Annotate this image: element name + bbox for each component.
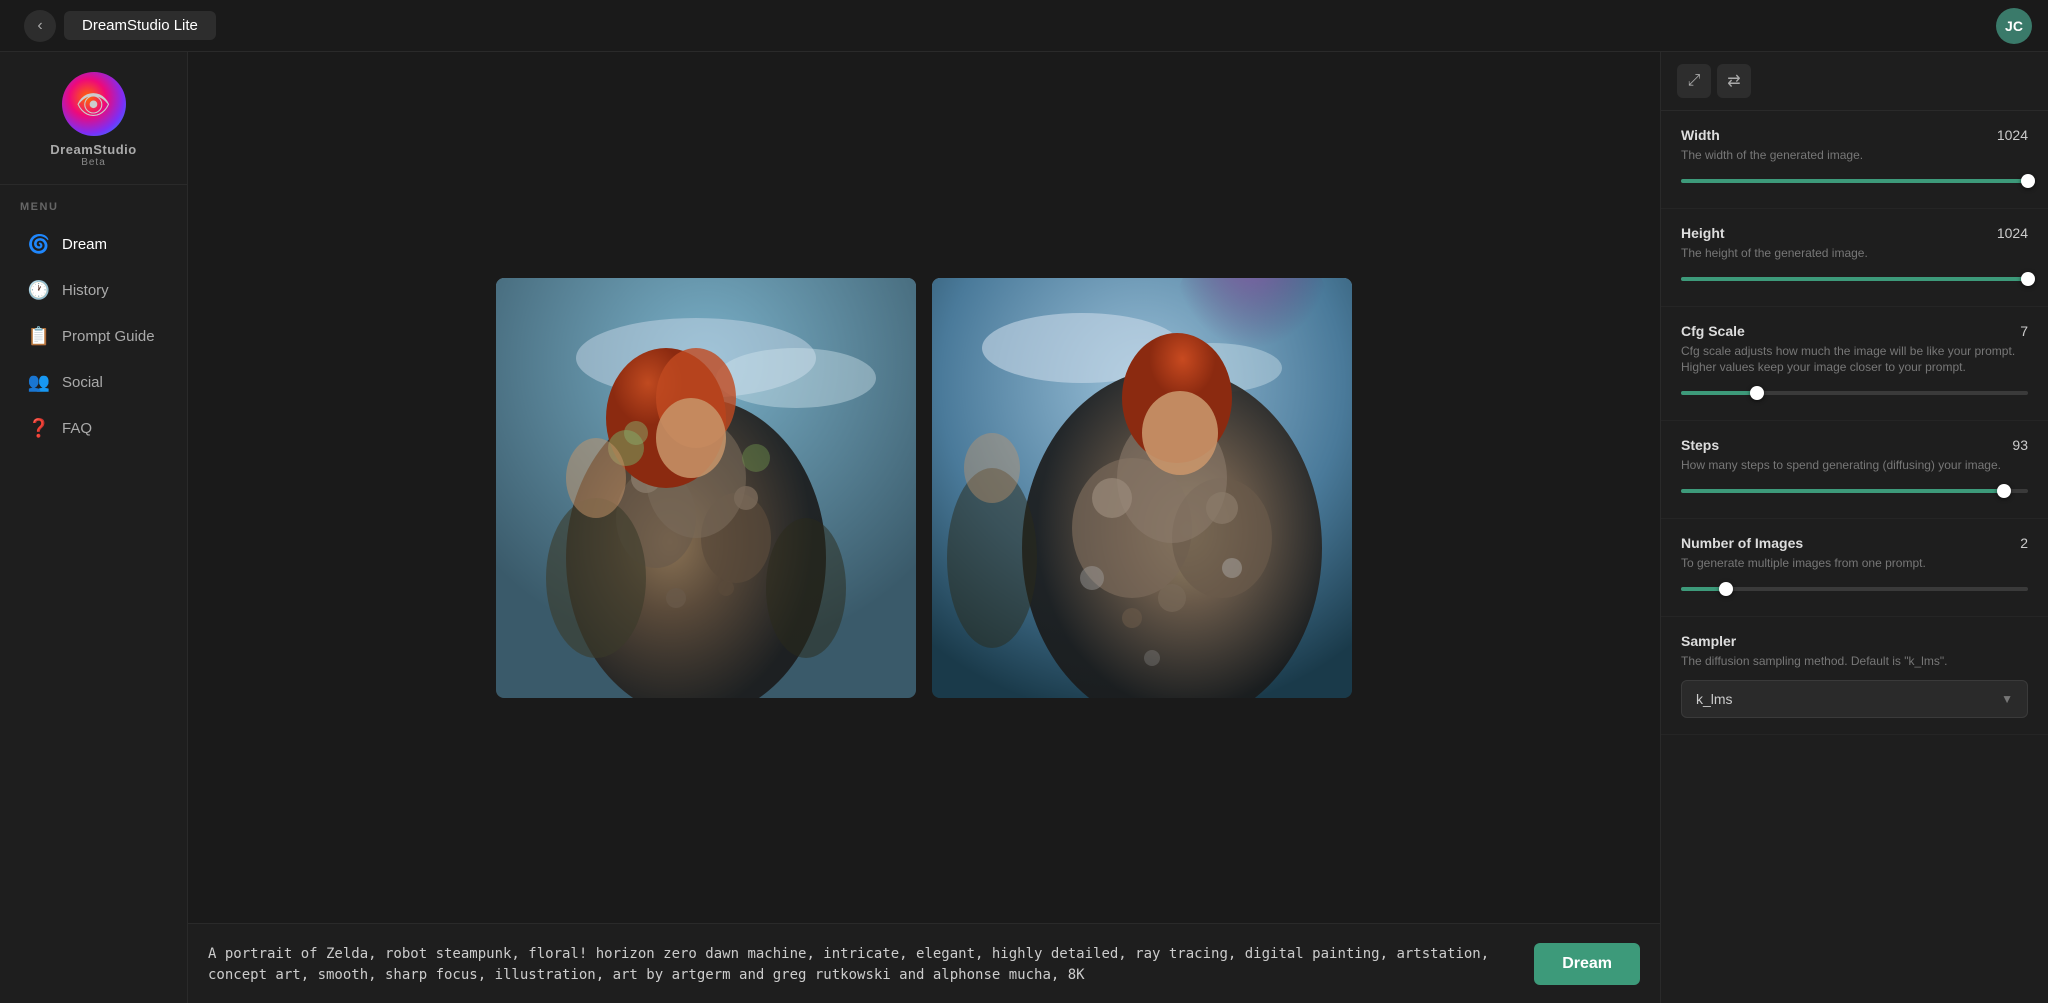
cfg-desc: Cfg scale adjusts how much the image wil… [1681,343,2028,377]
brand-subtitle: Beta [81,157,106,168]
swap-icon-btn[interactable]: ⇄ [1717,64,1751,98]
brand-name: DreamStudio [50,142,136,157]
active-tab[interactable]: DreamStudio Lite [64,11,216,40]
sidebar-item-promptguide-label: Prompt Guide [62,328,155,345]
social-icon: 👥 [28,371,50,393]
num-images-row: Number of Images 2 [1681,535,2028,551]
sidebar-item-dream-label: Dream [62,236,107,253]
height-desc: The height of the generated image. [1681,245,2028,262]
sidebar-item-dream[interactable]: 🌀 Dream [8,222,179,266]
height-slider[interactable] [1681,272,2028,286]
sampler-dropdown-arrow: ▼ [2001,692,2013,706]
width-label: Width [1681,127,1720,143]
steps-slider-fill [1681,489,2004,493]
steps-slider[interactable] [1681,484,2028,498]
sampler-dropdown[interactable]: k_lms ▼ [1681,680,2028,718]
height-label: Height [1681,225,1725,241]
num-images-slider-handle[interactable] [1719,582,1733,596]
sidebar-item-social[interactable]: 👥 Social [8,360,179,404]
content-area: Dream [188,52,1660,1003]
prompt-bar: Dream [188,923,1660,1003]
sidebar-item-faq[interactable]: ❓ FAQ [8,406,179,450]
height-value: 1024 [1997,225,2028,241]
cfg-row: Cfg Scale 7 [1681,323,2028,339]
cfg-scale-section: Cfg Scale 7 Cfg scale adjusts how much t… [1661,307,2048,422]
steps-slider-handle[interactable] [1997,484,2011,498]
image-grid [188,52,1660,923]
width-desc: The width of the generated image. [1681,147,2028,164]
top-bar: ‹ DreamStudio Lite JC [0,0,2048,52]
right-panel: ⤢ ⇄ Width 1024 The width of the generate… [1660,52,2048,1003]
prompt-input[interactable] [208,934,1518,994]
sampler-row: Sampler [1681,633,2028,649]
logo-eye-icon: 👁 [76,88,112,121]
logo-circle: 👁 [62,72,126,136]
sidebar-item-prompt-guide[interactable]: 📋 Prompt Guide [8,314,179,358]
sampler-label: Sampler [1681,633,1736,649]
menu-label: MENU [0,185,187,221]
width-slider[interactable] [1681,174,2028,188]
steps-desc: How many steps to spend generating (diff… [1681,457,2028,474]
width-slider-handle[interactable] [2021,174,2035,188]
faq-icon: ❓ [28,417,50,439]
dream-icon: 🌀 [28,233,50,255]
sidebar-item-faq-label: FAQ [62,420,92,437]
sidebar: 👁 DreamStudio Beta MENU 🌀 Dream 🕐 Histor… [0,52,188,1003]
width-section: Width 1024 The width of the generated im… [1661,111,2048,209]
collapse-sidebar-button[interactable]: ‹ [24,10,56,42]
prompt-guide-icon: 📋 [28,325,50,347]
height-slider-fill [1681,277,2028,281]
num-images-desc: To generate multiple images from one pro… [1681,555,2028,572]
height-slider-handle[interactable] [2021,272,2035,286]
width-value: 1024 [1997,127,2028,143]
height-row: Height 1024 [1681,225,2028,241]
image-2-placeholder [932,278,1352,698]
steps-label: Steps [1681,437,1719,453]
generated-image-2[interactable] [932,278,1352,698]
history-icon: 🕐 [28,279,50,301]
sidebar-logo: 👁 DreamStudio Beta [0,52,187,185]
steps-row: Steps 93 [1681,437,2028,453]
sampler-selected-value: k_lms [1696,691,1733,707]
sidebar-item-history[interactable]: 🕐 History [8,268,179,312]
num-images-label: Number of Images [1681,535,1803,551]
height-section: Height 1024 The height of the generated … [1661,209,2048,307]
sampler-desc: The diffusion sampling method. Default i… [1681,653,2028,670]
cfg-label: Cfg Scale [1681,323,1745,339]
expand-icon-btn[interactable]: ⤢ [1677,64,1711,98]
width-slider-fill [1681,179,2028,183]
dream-button[interactable]: Dream [1534,943,1640,985]
sidebar-item-social-label: Social [62,374,103,391]
width-row: Width 1024 [1681,127,2028,143]
sampler-section: Sampler The diffusion sampling method. D… [1661,617,2048,735]
steps-value: 93 [2012,437,2028,453]
num-images-slider[interactable] [1681,582,2028,596]
generated-image-1[interactable] [496,278,916,698]
right-panel-icons: ⤢ ⇄ [1661,52,2048,111]
cfg-slider-fill [1681,391,1757,395]
cfg-slider-handle[interactable] [1750,386,1764,400]
image-1-placeholder [496,278,916,698]
main-layout: 👁 DreamStudio Beta MENU 🌀 Dream 🕐 Histor… [0,52,2048,1003]
steps-section: Steps 93 How many steps to spend generat… [1661,421,2048,519]
num-images-section: Number of Images 2 To generate multiple … [1661,519,2048,617]
cfg-value: 7 [2020,323,2028,339]
sidebar-item-history-label: History [62,282,109,299]
user-avatar[interactable]: JC [1996,8,2032,44]
cfg-slider[interactable] [1681,386,2028,400]
num-images-value: 2 [2020,535,2028,551]
